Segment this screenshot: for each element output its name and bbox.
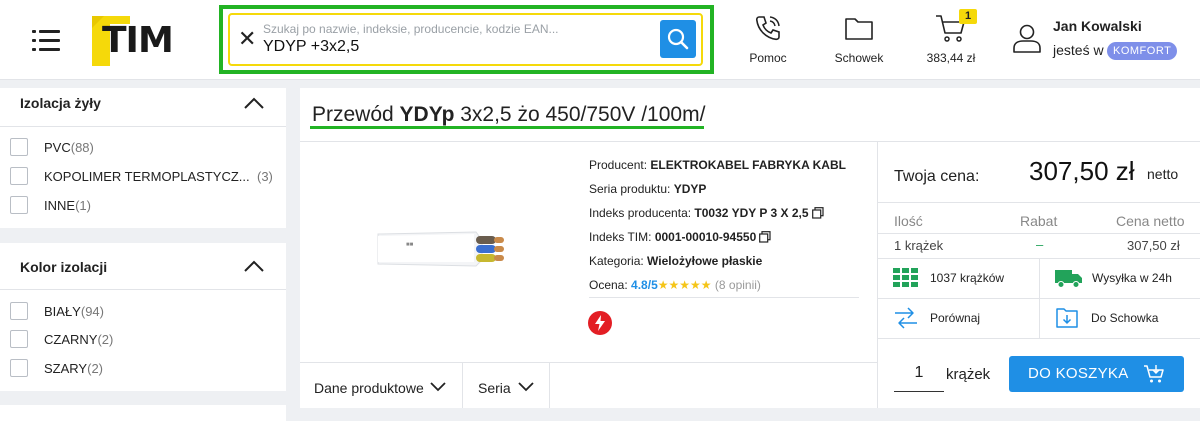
clear-icon[interactable]: ✕ bbox=[238, 28, 256, 50]
filter-title: Izolacja żyły bbox=[20, 95, 101, 111]
logo-text: TIM bbox=[102, 20, 174, 61]
cart-total[interactable]: 383,44 zł bbox=[920, 51, 982, 65]
filter-checkbox[interactable] bbox=[10, 302, 28, 320]
filter-checkbox[interactable] bbox=[10, 167, 28, 185]
chevron-up-icon[interactable] bbox=[243, 96, 265, 110]
add-to-cart-button[interactable]: DO KOSZYKA bbox=[1009, 356, 1184, 392]
tab-product-data[interactable]: Dane produktowe bbox=[314, 380, 424, 396]
price-netto-label: netto bbox=[1147, 166, 1179, 182]
help-link[interactable]: Pomoc bbox=[738, 51, 798, 65]
phone-icon[interactable] bbox=[752, 12, 784, 44]
category-link[interactable]: Wielożyłowe płaskie bbox=[647, 254, 762, 268]
search-icon bbox=[667, 28, 689, 50]
table-cell-net-price: 307,50 zł bbox=[1127, 238, 1180, 253]
table-header-qty: Ilość bbox=[894, 213, 923, 229]
filter-checkbox[interactable] bbox=[10, 359, 28, 377]
search-placeholder: Szukaj po nazwie, indeksie, producencie,… bbox=[263, 22, 559, 36]
filter-next bbox=[0, 405, 286, 421]
shipping-info: Wysyłka w 24h bbox=[1092, 271, 1172, 285]
table-header-net-price: Cena netto bbox=[1116, 213, 1185, 229]
svg-text:■■: ■■ bbox=[406, 242, 414, 248]
compare-icon[interactable] bbox=[893, 306, 919, 330]
table-header-discount: Rabat bbox=[1020, 213, 1058, 229]
search-button[interactable] bbox=[660, 20, 696, 58]
filter-option-label[interactable]: BIAŁY(94) bbox=[44, 304, 104, 319]
your-price-label: Twoja cena: bbox=[894, 168, 980, 185]
filter-insulation: Izolacja żyły PVC(88) KOPOLIMER TERMOPLA… bbox=[0, 88, 286, 228]
filter-checkbox[interactable] bbox=[10, 330, 28, 348]
tab-series[interactable]: Seria bbox=[478, 380, 511, 396]
copy-icon[interactable] bbox=[759, 231, 771, 243]
add-to-clipboard-button[interactable]: Do Schowka bbox=[1091, 311, 1158, 325]
quantity-input[interactable]: 1 bbox=[894, 354, 944, 392]
top-header: TIM ✕ Szukaj po nazwie, indeksie, produc… bbox=[0, 0, 1200, 80]
price-value: 307,50 zł bbox=[1029, 156, 1135, 186]
filter-color: Kolor izolacji BIAŁY(94) CZARNY(2) SZARY… bbox=[0, 243, 286, 391]
filter-option-label[interactable]: SZARY(2) bbox=[44, 361, 103, 376]
table-cell-discount: – bbox=[1036, 237, 1044, 252]
chevron-down-icon[interactable] bbox=[430, 382, 446, 392]
product-image[interactable]: ■■ bbox=[376, 222, 516, 277]
product-title: Przewód YDYp 3x2,5 żo 450/750V /100m/ bbox=[312, 103, 706, 126]
folder-download-icon[interactable] bbox=[1055, 305, 1079, 329]
folder-icon[interactable] bbox=[843, 12, 875, 44]
stock-icon bbox=[893, 268, 918, 287]
clipboard-link[interactable]: Schowek bbox=[829, 51, 889, 65]
add-to-cart-label: DO KOSZYKA bbox=[1028, 365, 1129, 382]
rating-stars: ★★★★★ bbox=[657, 278, 712, 292]
compare-button[interactable]: Porównaj bbox=[930, 311, 980, 325]
filter-option-label[interactable]: KOPOLIMER TERMOPLASTYCZ... bbox=[44, 169, 250, 184]
filter-option-label[interactable]: CZARNY(2) bbox=[44, 332, 113, 347]
truck-icon bbox=[1055, 270, 1082, 288]
table-cell-qty: 1 krążek bbox=[894, 238, 944, 253]
spec-tim-index: Indeks TIM: 0001-00010-94550 bbox=[589, 230, 771, 244]
user-icon[interactable] bbox=[1011, 22, 1043, 54]
tier-badge: KOMFORT bbox=[1107, 42, 1178, 60]
chevron-down-icon[interactable] bbox=[518, 382, 534, 392]
user-name[interactable]: Jan Kowalski bbox=[1053, 18, 1142, 34]
filter-option-label[interactable]: INNE(1) bbox=[44, 198, 91, 213]
search-input[interactable]: YDYP +3x2,5 bbox=[263, 38, 359, 56]
menu-icon[interactable] bbox=[32, 30, 60, 52]
title-highlight bbox=[310, 126, 704, 129]
filter-option-count: (3) bbox=[257, 169, 273, 184]
copy-icon[interactable] bbox=[811, 207, 824, 219]
spec-producer: Producent: ELEKTROKABEL FABRYKA KABL bbox=[589, 158, 846, 172]
spec-series: Seria produktu: YDYP bbox=[589, 182, 707, 196]
user-status-text: jesteś w bbox=[1053, 42, 1104, 58]
lightning-icon bbox=[588, 311, 612, 335]
filter-checkbox[interactable] bbox=[10, 196, 28, 214]
spec-rating: Ocena: 4.8/5★★★★★ (8 opinii) bbox=[589, 278, 761, 292]
cart-count-badge: 1 bbox=[959, 9, 977, 24]
chevron-up-icon[interactable] bbox=[243, 259, 265, 273]
spec-category: Kategoria: Wielożyłowe płaskie bbox=[589, 254, 763, 268]
filter-checkbox[interactable] bbox=[10, 138, 28, 156]
stock-quantity: 1037 krążków bbox=[930, 271, 1005, 285]
filter-title: Kolor izolacji bbox=[20, 259, 108, 275]
spec-producer-index: Indeks producenta: T0032 YDY P 3 X 2,5 bbox=[589, 206, 824, 220]
cart-add-icon bbox=[1144, 365, 1164, 383]
quantity-unit: krążek bbox=[946, 366, 991, 383]
filter-option-label[interactable]: PVC(88) bbox=[44, 140, 94, 155]
opinions-link[interactable]: (8 opinii) bbox=[715, 278, 761, 292]
